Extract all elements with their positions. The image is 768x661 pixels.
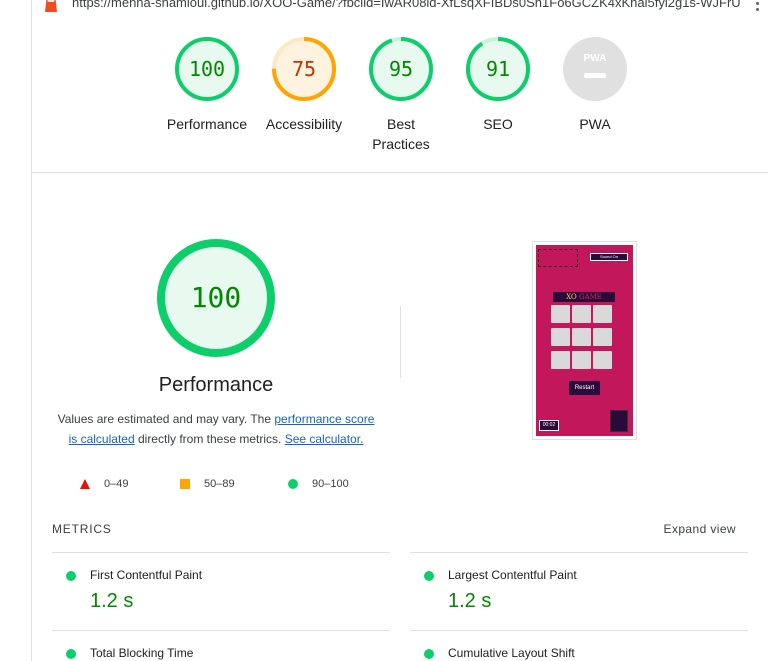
gauge-score: 95 bbox=[389, 57, 413, 81]
final-screenshot[interactable]: Sound On XO GAME Restart 00:02 bbox=[532, 241, 637, 440]
metric-divider bbox=[410, 552, 748, 553]
board-cell bbox=[593, 351, 612, 369]
more-menu-icon[interactable] bbox=[754, 0, 760, 11]
gauge-score: 91 bbox=[486, 57, 510, 81]
legend-fail: 0–49 bbox=[80, 478, 128, 490]
metric-cumulative-layout-shift: Cumulative Layout Shift bbox=[424, 644, 744, 661]
desc-text: Values are estimated and may vary. The bbox=[57, 412, 275, 426]
performance-description: Values are estimated and may vary. The p… bbox=[52, 409, 380, 449]
gauge-score: 100 bbox=[189, 57, 225, 81]
browser-bar: https://menna-shamloul.github.io/XOO-Gam… bbox=[0, 0, 768, 18]
metric-divider bbox=[410, 630, 748, 631]
board-cell bbox=[551, 328, 570, 346]
metric-first-contentful-paint: First Contentful Paint 1.2 s bbox=[66, 566, 386, 622]
address-bar[interactable]: https://menna-shamloul.github.io/XOO-Gam… bbox=[72, 0, 740, 10]
gauge-pwa[interactable]: PWA PWA bbox=[545, 36, 645, 134]
title-xo: XO bbox=[566, 293, 577, 301]
gauge-label: PWA bbox=[579, 116, 611, 132]
score-legend: 0–49 50–89 90–100 bbox=[80, 478, 380, 496]
metric-largest-contentful-paint: Largest Contentful Paint 1.2 s bbox=[424, 566, 744, 622]
gauge-best-practices[interactable]: 95 Best Practices bbox=[351, 36, 451, 154]
lighthouse-icon bbox=[45, 0, 57, 12]
pwa-badge-icon: PWA bbox=[563, 37, 627, 101]
pass-circle-icon bbox=[66, 571, 76, 581]
screenshot-restart-button: Restart bbox=[569, 381, 600, 395]
metric-label: Cumulative Layout Shift bbox=[448, 646, 575, 660]
board-cell bbox=[572, 328, 591, 346]
board-cell bbox=[572, 351, 591, 369]
screenshot-text-box bbox=[538, 249, 578, 267]
metric-label: Total Blocking Time bbox=[90, 646, 194, 660]
pass-circle-icon bbox=[424, 649, 434, 659]
metric-total-blocking-time: Total Blocking Time bbox=[66, 644, 386, 661]
gauge-label: Performance bbox=[166, 116, 248, 132]
title-game: GAME bbox=[578, 293, 602, 301]
screenshot-game-title: XO GAME bbox=[553, 292, 615, 302]
screenshot-scoreboard bbox=[610, 410, 628, 432]
pass-circle-icon bbox=[66, 649, 76, 659]
legend-range: 90–100 bbox=[312, 478, 349, 490]
board-cell bbox=[593, 328, 612, 346]
gauge-seo[interactable]: 91 SEO bbox=[448, 36, 548, 134]
legend-range: 50–89 bbox=[204, 478, 235, 490]
gauge-label: SEO bbox=[483, 116, 513, 132]
metric-divider bbox=[52, 630, 390, 631]
performance-score: 100 bbox=[191, 281, 242, 314]
metric-label: Largest Contentful Paint bbox=[448, 568, 577, 582]
metric-value: 1.2 s bbox=[90, 590, 134, 612]
board-cell bbox=[593, 305, 612, 323]
board-cell bbox=[572, 305, 591, 323]
expand-view-toggle[interactable]: Expand view bbox=[664, 522, 736, 536]
category-scores: 100 Performance 75 Accessibility 95 Best… bbox=[0, 36, 768, 166]
pass-circle-icon bbox=[424, 571, 434, 581]
metrics-heading: METRICS bbox=[52, 522, 112, 536]
calculator-link[interactable]: See calculator. bbox=[285, 432, 364, 446]
gauge-score: 75 bbox=[292, 57, 316, 81]
metric-label: First Contentful Paint bbox=[90, 568, 203, 582]
performance-summary: 100 Performance Values are estimated and… bbox=[52, 236, 380, 449]
gauge-accessibility[interactable]: 75 Accessibility bbox=[254, 36, 354, 134]
section-divider bbox=[32, 172, 768, 173]
score-gauge-icon: 75 bbox=[272, 37, 336, 101]
screenshot-image: Sound On XO GAME Restart 00:02 bbox=[536, 245, 633, 436]
metric-value: 1.2 s bbox=[448, 590, 492, 612]
gauge-performance[interactable]: 100 Performance bbox=[157, 36, 257, 134]
screenshot-timer: 00:02 bbox=[539, 420, 559, 431]
legend-average: 50–89 bbox=[180, 478, 235, 490]
legend-pass: 90–100 bbox=[288, 478, 349, 490]
performance-gauge-icon: 100 bbox=[157, 239, 275, 357]
gauge-label: Best Practices bbox=[372, 116, 430, 152]
gauge-label: Accessibility bbox=[265, 116, 343, 132]
square-icon bbox=[180, 479, 190, 489]
score-gauge-icon: 91 bbox=[466, 37, 530, 101]
desc-text: directly from these metrics. bbox=[134, 432, 285, 446]
board-cell bbox=[551, 305, 570, 323]
score-gauge-icon: 95 bbox=[369, 37, 433, 101]
triangle-icon bbox=[80, 479, 90, 489]
board-cell bbox=[551, 351, 570, 369]
circle-icon bbox=[288, 479, 298, 489]
performance-title: Performance bbox=[158, 374, 274, 396]
legend-range: 0–49 bbox=[104, 478, 129, 490]
pwa-badge-text: PWA bbox=[584, 53, 607, 64]
score-gauge-icon: 100 bbox=[175, 37, 239, 101]
screenshot-sound-button: Sound On bbox=[590, 253, 628, 261]
metric-divider bbox=[52, 552, 390, 553]
vertical-divider bbox=[400, 306, 401, 378]
